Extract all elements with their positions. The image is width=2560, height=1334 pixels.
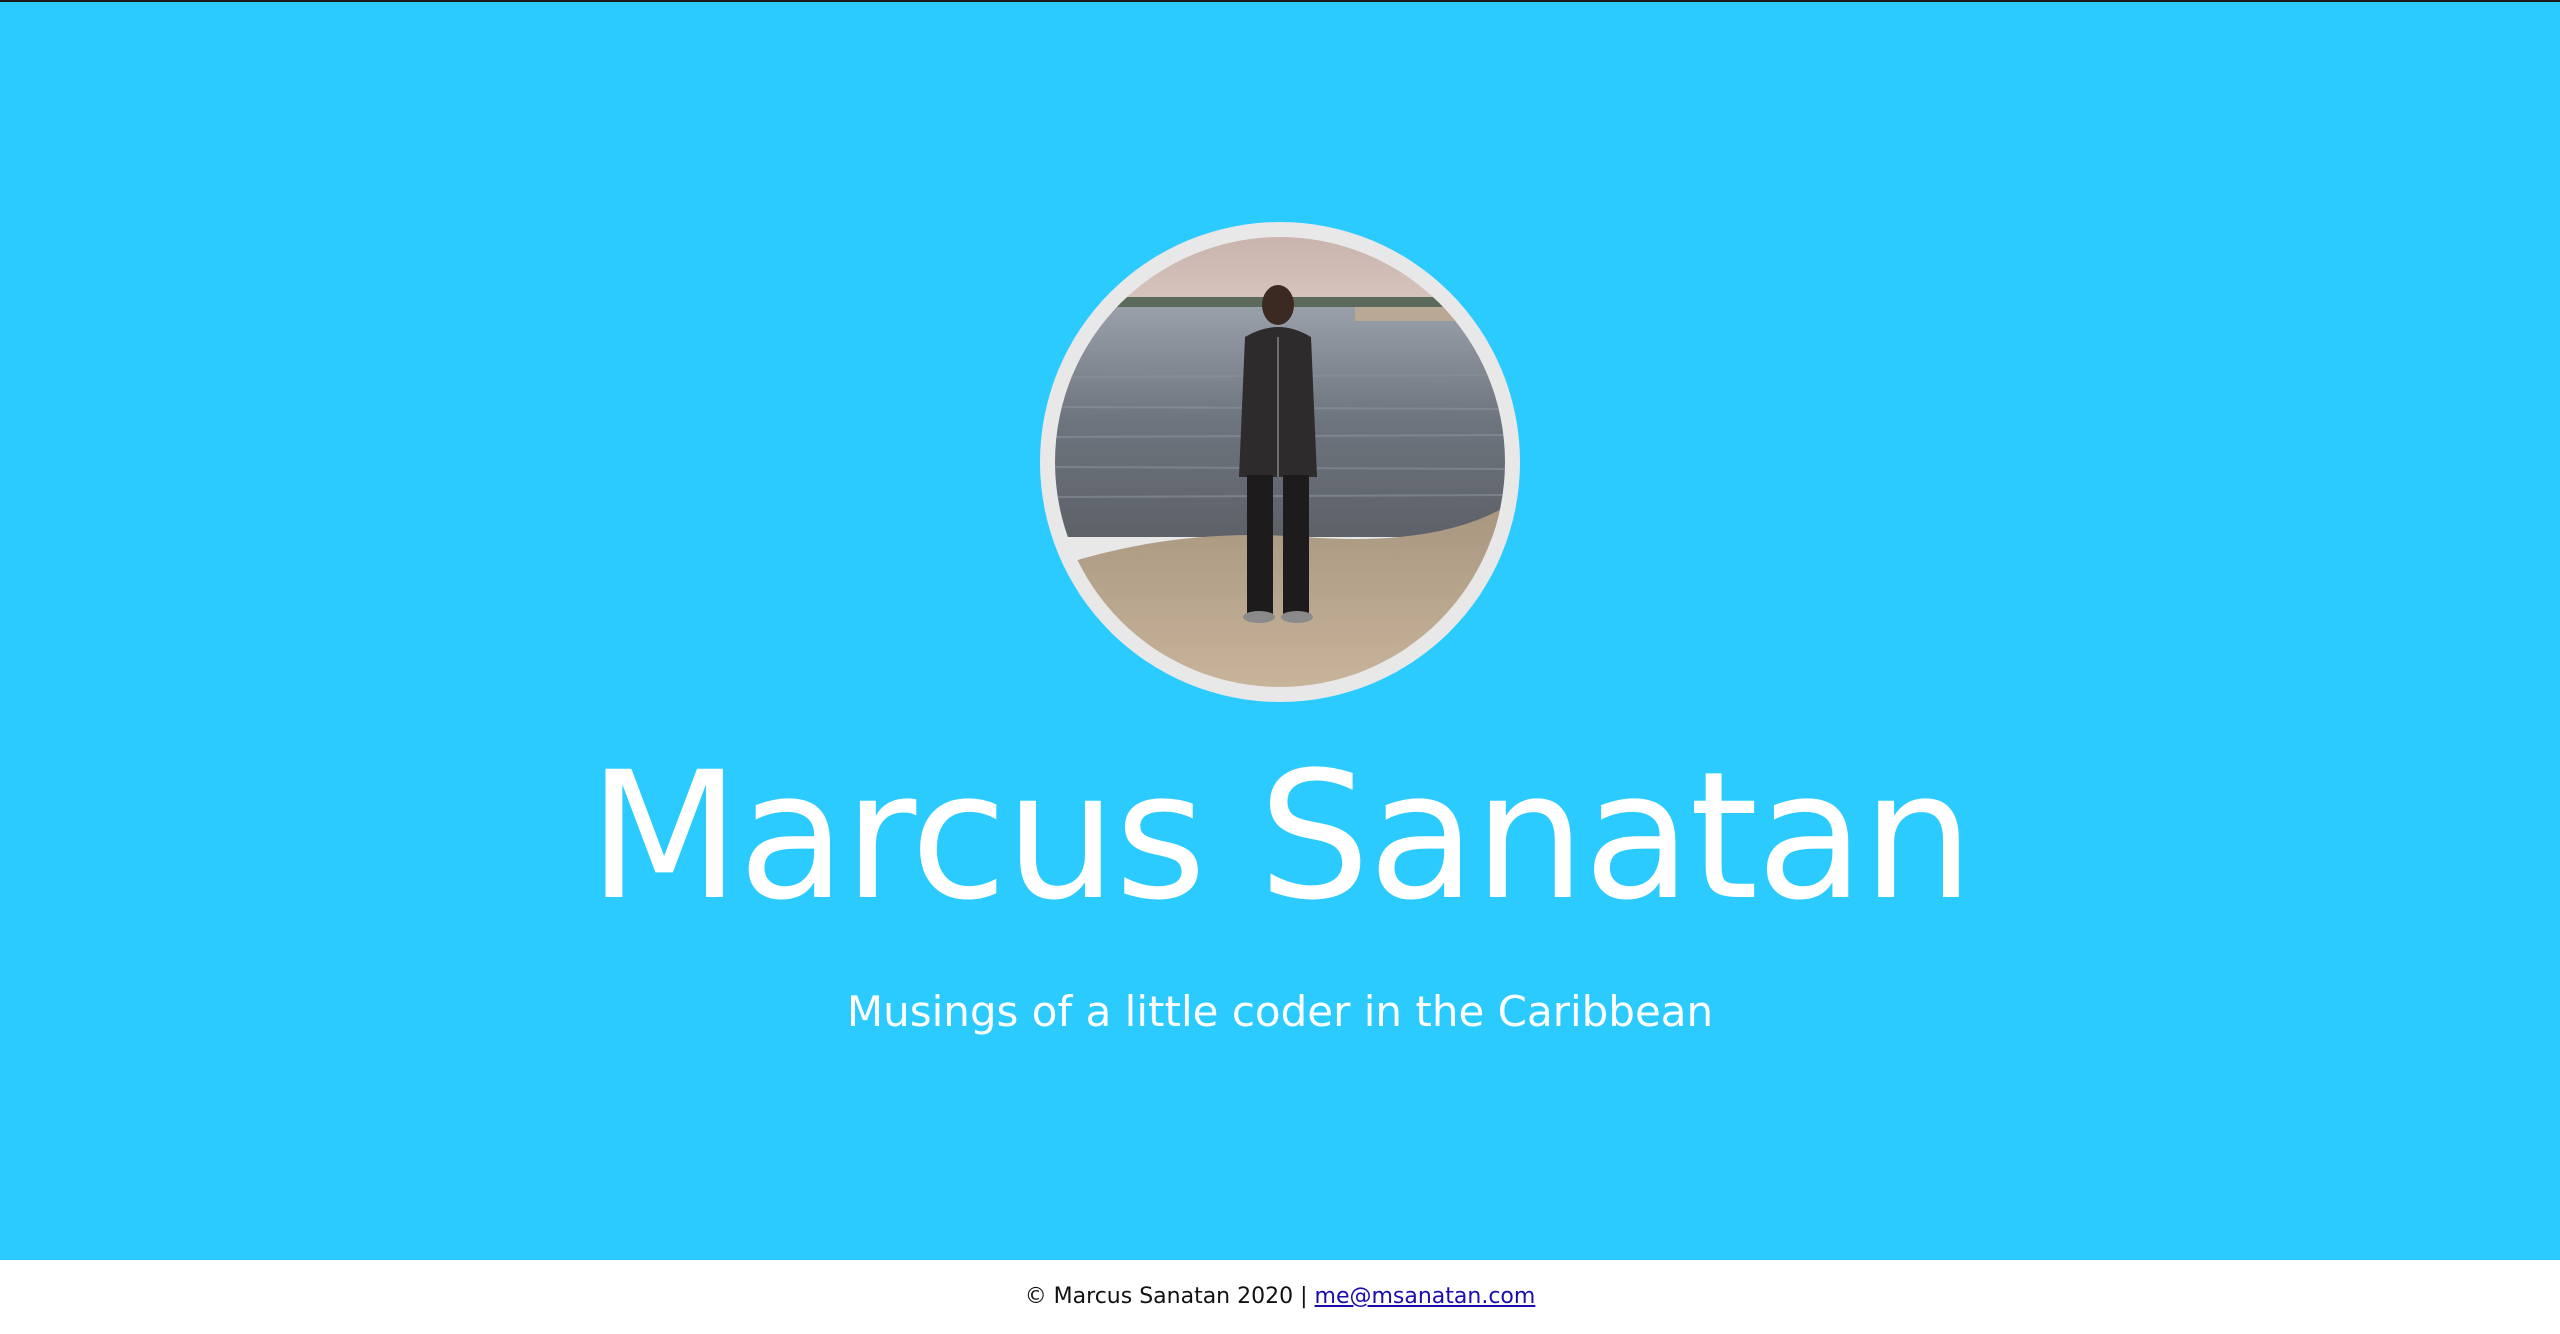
tagline: Musings of a little coder in the Caribbe… xyxy=(846,987,1714,1036)
page-title: Marcus Sanatan xyxy=(588,734,1974,939)
hero-section: Marcus Sanatan Musings of a little coder… xyxy=(0,0,2560,1260)
avatar xyxy=(1040,222,1520,702)
profile-photo-image xyxy=(1055,237,1505,687)
email-link[interactable]: me@msanatan.com xyxy=(1315,1284,1536,1309)
copyright-text: © Marcus Sanatan 2020 | xyxy=(1024,1284,1308,1309)
profile-photo xyxy=(1055,237,1505,687)
footer: © Marcus Sanatan 2020 | me@msanatan.com xyxy=(0,1260,2560,1334)
